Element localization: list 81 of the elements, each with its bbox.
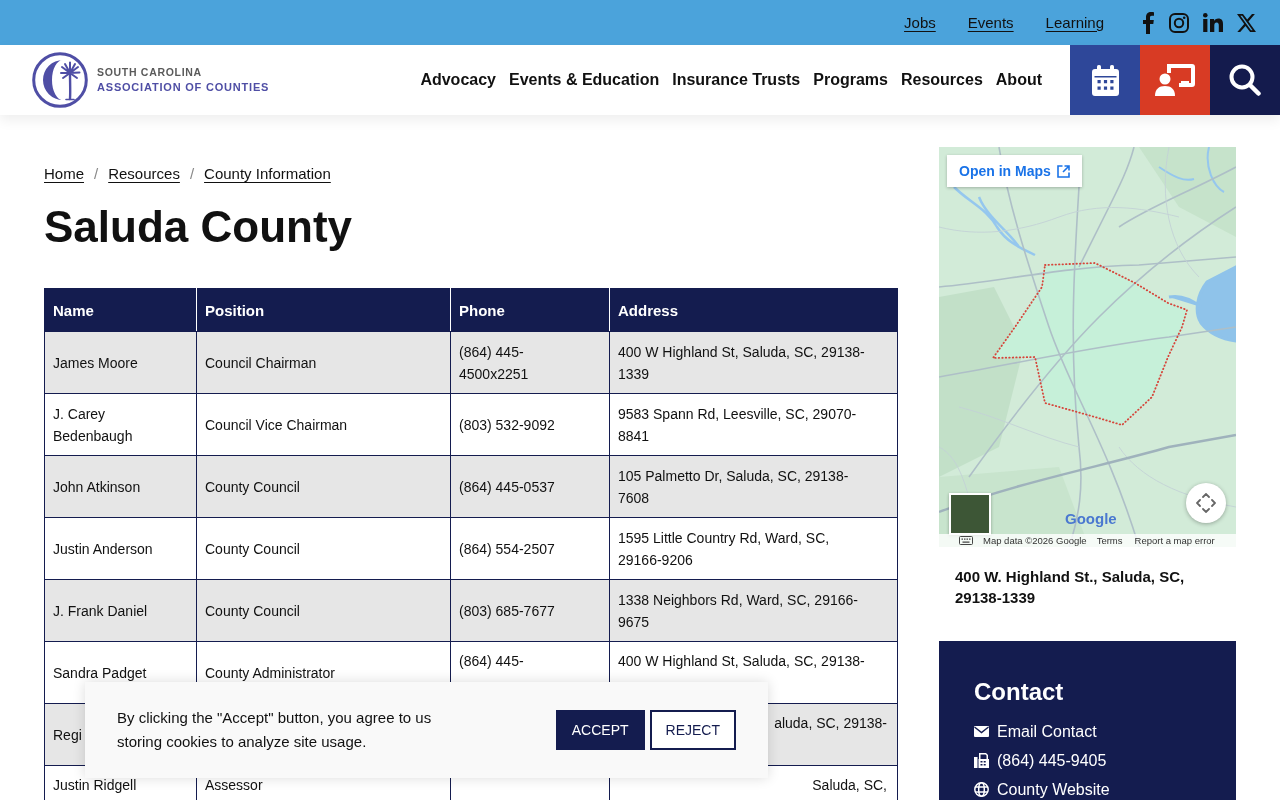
person-name: Sandra Padget [53,664,147,681]
map-provider-logo: Google [1065,510,1117,527]
nav-link[interactable]: Advocacy [420,71,496,89]
open-in-maps-button[interactable]: Open in Maps [947,155,1082,187]
position-title: County Council [205,602,300,619]
position-title: County Council [205,540,300,557]
phone-number: (864) 445- [459,653,524,669]
cookie-message: By clicking the "Accept" button, you agree to us storing cookies to analyze site usage. [117,708,433,752]
envelope-icon [974,726,989,737]
top-link[interactable]: Jobs [904,13,936,32]
logo-text[interactable]: ASSOCIATION OF COUNTIES [97,81,270,94]
column-header: Position [196,288,451,332]
map-terms-link[interactable]: Terms [1096,535,1123,546]
presentation-button[interactable] [1140,45,1210,115]
person-name: J. Frank Daniel [53,602,148,619]
street-address: 9583 Spann Rd, Leesville, SC, 29070-8841 [618,405,857,444]
crescent-palm-tree-icon[interactable] [32,52,88,108]
map-attribution: Map data ©2026 Google [983,535,1087,546]
column-header: Phone [450,288,610,332]
report-map-error-link[interactable]: Report a map error [1134,535,1215,546]
breadcrumb-separator: / [189,164,195,184]
street-address: 1338 Neighbors Rd, Ward, SC, 29166-9675 [618,591,858,630]
keyboard-icon[interactable] [959,536,973,545]
person-name: James Moore [53,354,138,371]
street-address: 1595 Little Country Rd, Ward, SC, 29166-9206 [618,529,830,568]
nav-link[interactable]: Events & Education [508,71,660,89]
contact-link[interactable]: (864) 445-9405 [974,746,1201,775]
nav-link[interactable]: Resources [900,71,983,89]
person-name: J. Carey Bedenbaugh [53,405,133,444]
person-name: Justin Anderson [53,540,153,557]
person-name: Justin Ridgell [53,777,137,793]
linkedin-icon[interactable] [1203,13,1223,32]
x-icon[interactable] [1237,13,1256,32]
street-address: 105 Palmetto Dr, Saluda, SC, 29138-7608 [618,467,849,506]
four-arrows-icon [1196,493,1216,513]
position-title: Council Chairman [205,354,317,371]
street-address: aluda, SC, 29138- [774,715,887,731]
page-title: Saluda County [44,201,354,253]
position-title: County Council [205,478,300,495]
globe-icon [974,782,989,797]
search-icon [1229,64,1261,96]
accept-button[interactable]: ACCEPT [555,710,645,750]
search-button[interactable] [1210,45,1280,115]
breadcrumb-link[interactable]: Home [44,164,84,184]
street-address: 400 W Highland St, Saluda, SC, 29138-1339 [618,343,865,382]
logo-text[interactable]: SOUTH CAROLINA [97,66,270,78]
position-title: Assessor [205,777,263,793]
contact-link[interactable]: County Website [974,775,1201,800]
contact-link[interactable]: Email Contact [974,717,1201,746]
top-link[interactable]: Events [967,13,1014,32]
county-address: 400 W. Highland St., Saluda, SC, 29138-1339 [955,567,1186,608]
phone-number: (803) 532-9092 [459,416,555,433]
nav-link[interactable]: About [995,71,1042,89]
calendar-icon [1091,64,1119,96]
column-header: Name [44,288,197,332]
instagram-icon[interactable] [1169,12,1189,33]
nav-link[interactable]: Programs [813,71,888,89]
position-title: County Administrator [205,664,335,681]
person-name: John Atkinson [53,478,141,495]
phone-number: (864) 445-0537 [459,478,555,495]
position-title: Council Vice Chairman [205,416,348,433]
phone-number: (864) 445-4500x2251 [459,343,529,382]
street-address: 400 W Highland St, Saluda, SC, 29138- [618,653,865,669]
nav-link[interactable]: Insurance Trusts [672,71,801,89]
breadcrumb-link[interactable]: County Information [204,164,331,184]
phone-number: (803) 685-7677 [459,602,555,619]
fax-machine-icon [974,753,989,768]
facebook-icon[interactable] [1141,11,1155,34]
breadcrumb-separator: / [94,164,99,184]
reject-button[interactable]: REJECT [649,710,736,750]
street-address: Saluda, SC, [812,777,887,793]
contact-heading: Contact [974,677,1065,707]
phone-number: (864) 554-2507 [459,540,555,557]
breadcrumb-link[interactable]: Resources [108,164,180,184]
person-at-board-icon [1155,64,1195,96]
external-link-icon [1056,164,1070,178]
top-link[interactable]: Learning [1045,13,1104,32]
column-header: Address [609,288,898,332]
satellite-view-thumbnail[interactable] [949,493,991,535]
person-name: Regi [53,726,82,743]
calendar-button[interactable] [1070,45,1140,115]
